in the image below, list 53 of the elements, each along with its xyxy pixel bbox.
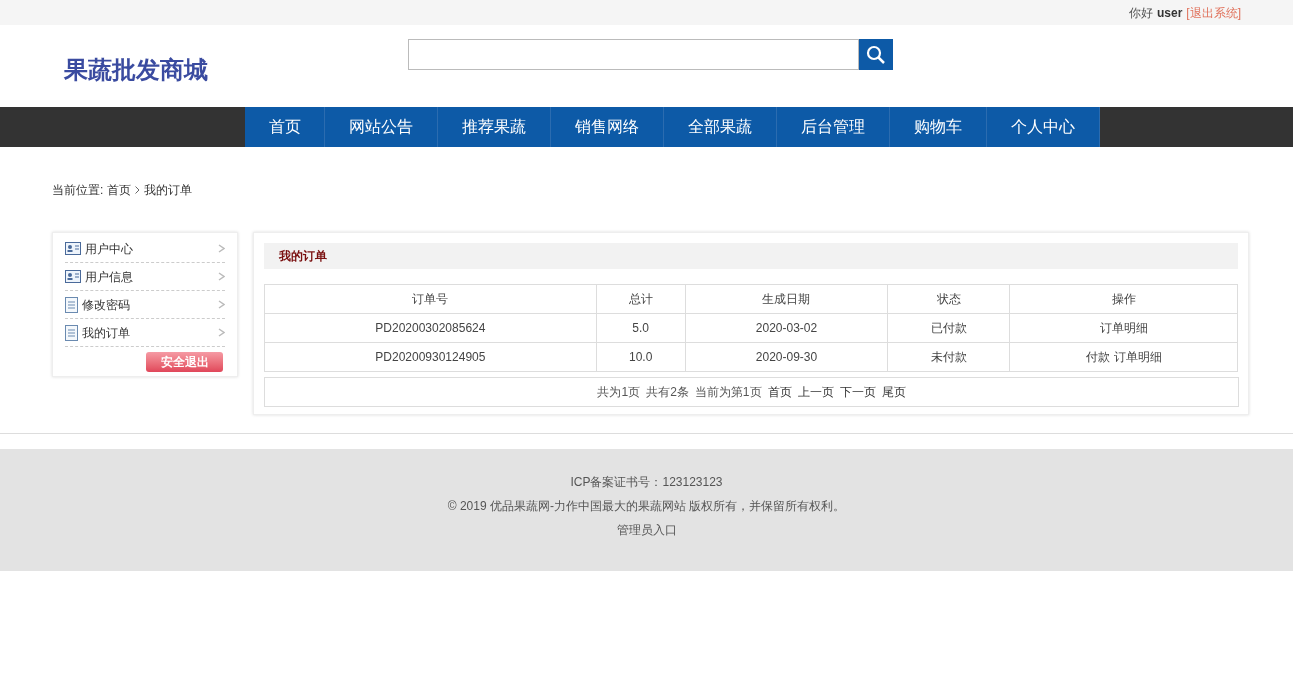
action-link[interactable]: 订单明细 xyxy=(1099,321,1148,335)
column-header: 生成日期 xyxy=(685,284,888,314)
username-text: user xyxy=(1156,4,1183,22)
table-cell: PD20200302085624 xyxy=(264,313,597,343)
table-cell: 10.0 xyxy=(596,342,686,372)
pagination-link[interactable]: 上一页 xyxy=(797,383,834,401)
nav-item[interactable]: 销售网络 xyxy=(551,107,664,147)
column-header: 状态 xyxy=(887,284,1010,314)
column-header: 订单号 xyxy=(264,284,597,314)
sidebar-item[interactable]: 修改密码 xyxy=(65,291,225,319)
nav-item[interactable]: 购物车 xyxy=(890,107,987,147)
nav-item[interactable]: 网站公告 xyxy=(325,107,438,147)
sidebar-item[interactable]: 用户中心 xyxy=(65,235,225,263)
icp-text: ICP备案证书号：123123123 xyxy=(570,474,723,491)
greeting-text: 你好 xyxy=(1128,4,1153,22)
section-title: 我的订单 xyxy=(279,248,327,265)
pagination-info: 共有2条 xyxy=(646,384,689,401)
table-cell: PD20200930124905 xyxy=(264,342,597,372)
breadcrumb-label: 当前位置: xyxy=(52,181,104,199)
sidebar-item[interactable]: 用户信息 xyxy=(65,263,225,291)
id-card-icon xyxy=(65,270,81,283)
admin-link[interactable]: 管理员入口 xyxy=(616,521,677,539)
sidebar-item[interactable]: 我的订单 xyxy=(65,319,225,347)
search-icon xyxy=(866,44,886,65)
table-cell: 未付款 xyxy=(887,342,1010,372)
chevron-icon xyxy=(135,185,141,194)
search-field[interactable] xyxy=(408,39,859,70)
pagination-link[interactable]: 尾页 xyxy=(881,383,906,401)
document-icon xyxy=(65,296,78,313)
nav-item[interactable]: 个人中心 xyxy=(987,107,1100,147)
nav-item[interactable]: 首页 xyxy=(245,107,325,147)
column-header: 总计 xyxy=(596,284,686,314)
table-cell: 5.0 xyxy=(596,313,686,343)
pagination-info: 当前为第1页 xyxy=(694,384,762,401)
table-cell: 2020-09-30 xyxy=(685,342,888,372)
action-link[interactable]: 付款 xyxy=(1085,350,1110,364)
pagination-info: 共为1页 xyxy=(597,384,641,401)
action-link[interactable]: 订单明细 xyxy=(1113,350,1162,364)
breadcrumb-link[interactable]: 我的订单 xyxy=(144,180,193,199)
breadcrumb-link[interactable]: 首页 xyxy=(107,180,132,199)
table-cell: 已付款 xyxy=(887,313,1010,343)
document-icon xyxy=(65,324,78,341)
pagination-link[interactable]: 首页 xyxy=(767,383,792,401)
copyright-text: © 2019 优品果蔬网-力作中国最大的果蔬网站 版权所有，并保留所有权利。 xyxy=(447,498,846,515)
nav-item[interactable]: 推荐果蔬 xyxy=(438,107,551,147)
site-logo[interactable]: 果蔬批发商城 xyxy=(64,52,364,88)
nav-item[interactable]: 后台管理 xyxy=(777,107,890,147)
nav-item[interactable]: 全部果蔬 xyxy=(664,107,777,147)
id-card-icon xyxy=(65,242,81,255)
table-cell: 2020-03-02 xyxy=(685,313,888,343)
column-header: 操作 xyxy=(1009,284,1238,314)
search-button[interactable] xyxy=(859,39,893,70)
pagination-link[interactable]: 下一页 xyxy=(839,383,876,401)
